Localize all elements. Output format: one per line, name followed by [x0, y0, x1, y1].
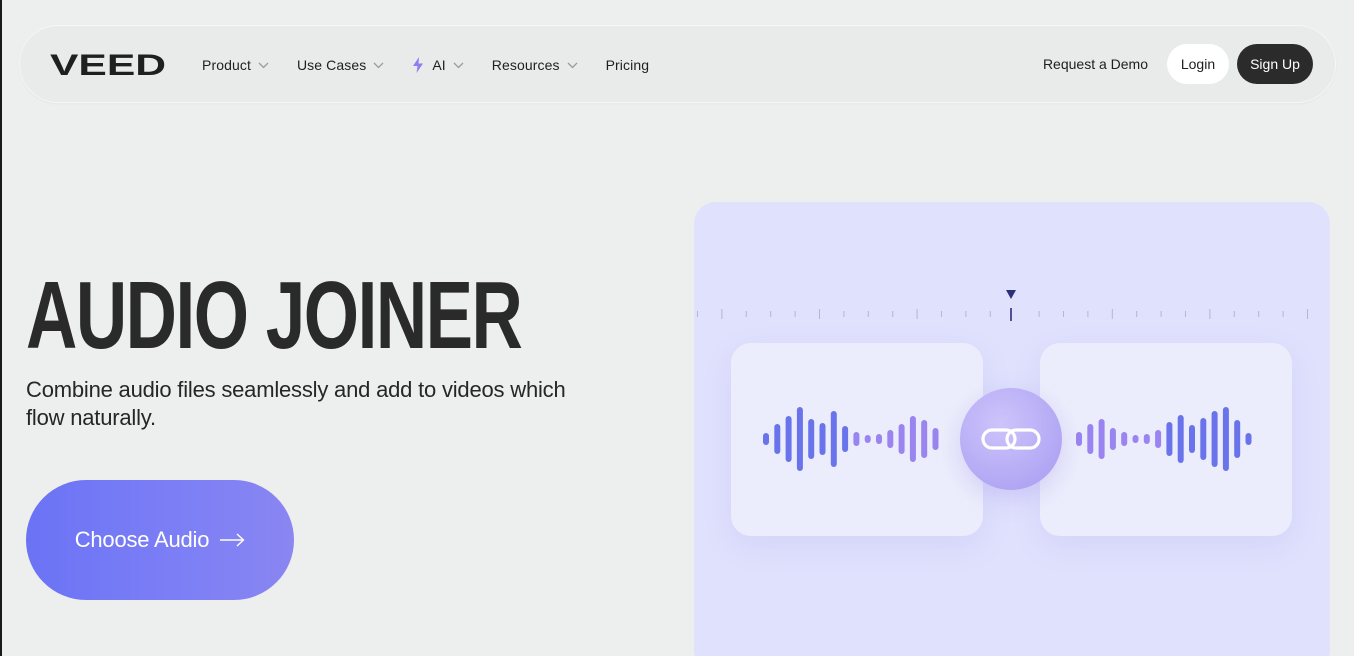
waveform-bar	[1076, 432, 1082, 446]
timeline-tick	[843, 311, 845, 317]
waveform-bar	[808, 419, 815, 459]
timeline-tick	[1307, 309, 1308, 319]
nav-item-product[interactable]: Product	[202, 57, 269, 73]
waveform-bar	[1166, 422, 1173, 456]
playhead-marker-icon	[1006, 290, 1016, 299]
audio-clip-card-left	[731, 343, 983, 536]
window-edge	[0, 0, 2, 656]
waveform-bar	[1132, 435, 1139, 443]
timeline-tick	[721, 309, 723, 319]
link-badge	[960, 388, 1062, 490]
waveform-bar	[898, 424, 905, 454]
timeline-tick	[1063, 311, 1064, 317]
timeline-tick	[1111, 309, 1113, 319]
nav-item-ai[interactable]: AI	[412, 57, 464, 73]
timeline-ticks	[697, 309, 1308, 319]
chevron-down-icon	[258, 62, 269, 68]
waveform-bar	[1177, 415, 1184, 463]
nav-actions: Request a Demo Login Sign Up	[1043, 44, 1313, 84]
timeline-tick	[916, 309, 918, 319]
waveform-bar	[1098, 419, 1105, 459]
waveform-bar	[796, 407, 803, 471]
login-button[interactable]: Login	[1167, 44, 1229, 84]
timeline-tick	[819, 309, 820, 319]
waveform-bar	[921, 420, 928, 458]
waveform-bar	[1121, 432, 1128, 446]
link-icon	[981, 428, 1041, 450]
nav-item-pricing[interactable]: Pricing	[606, 57, 650, 73]
chevron-down-icon	[567, 62, 578, 68]
audio-joiner-illustration	[694, 202, 1330, 656]
waveform-bar	[1234, 420, 1241, 458]
waveform-bar	[1109, 428, 1116, 450]
timeline-ruler	[697, 290, 1308, 321]
timeline-tick	[697, 311, 698, 317]
waveform-bar	[842, 426, 849, 452]
nav-item-label: Product	[202, 57, 251, 73]
waveform-bar	[1143, 434, 1150, 444]
timeline-tick	[1038, 311, 1040, 317]
waveform-bar	[1222, 407, 1229, 471]
waveform-left	[763, 407, 939, 471]
veed-logo[interactable]: VEED	[50, 50, 166, 78]
timeline-tick	[892, 311, 894, 317]
playhead-line	[1010, 308, 1012, 321]
waveform-bar	[774, 424, 781, 454]
nav-item-label: Pricing	[605, 57, 650, 73]
timeline-tick	[1282, 311, 1284, 317]
waveform-bar	[1189, 425, 1195, 453]
chevron-down-icon	[453, 62, 464, 68]
chevron-down-icon	[373, 62, 384, 68]
waveform-bar	[1245, 433, 1252, 445]
timeline-tick	[794, 311, 796, 317]
waveform-bar	[1200, 418, 1207, 460]
timeline-tick	[770, 311, 772, 317]
nav-item-resources[interactable]: Resources	[492, 57, 578, 73]
timeline-tick	[1160, 311, 1162, 317]
waveform-bar	[763, 433, 769, 445]
waveform-bar	[1155, 430, 1162, 448]
choose-audio-label: Choose Audio	[74, 527, 210, 552]
waveform-bar	[853, 432, 860, 446]
timeline-tick	[745, 311, 747, 317]
waveform-bar	[830, 411, 837, 467]
waveform-bar	[1087, 424, 1094, 454]
timeline-tick	[1209, 309, 1211, 319]
page-title: AUDIO JOINER	[26, 262, 523, 369]
waveform-bar	[887, 430, 894, 448]
top-navigation-bar: VEED Product Use Cases AI Resources Pric…	[19, 25, 1336, 103]
waveform-bar	[932, 428, 939, 450]
timeline-tick	[1258, 311, 1260, 317]
svg-text:VEED: VEED	[50, 50, 166, 78]
timeline-tick	[867, 311, 869, 317]
waveform-bar	[785, 416, 792, 462]
waveform-bar	[909, 416, 916, 462]
arrow-right-icon	[220, 533, 245, 547]
timeline-tick	[941, 311, 942, 317]
signup-button[interactable]: Sign Up	[1237, 44, 1313, 84]
audio-clip-card-right	[1040, 343, 1292, 536]
timeline-tick	[965, 311, 967, 317]
nav-item-label: AI	[432, 57, 446, 73]
bolt-icon	[413, 57, 424, 73]
waveform-bar	[876, 434, 882, 444]
waveform-bar	[1211, 411, 1218, 467]
nav-item-label: Resources	[491, 57, 560, 73]
timeline-tick	[1185, 311, 1186, 317]
timeline-tick	[989, 311, 991, 317]
nav-item-use-cases[interactable]: Use Cases	[297, 57, 384, 73]
primary-nav: Product Use Cases AI Resources Pricing	[202, 26, 677, 104]
request-demo-link[interactable]: Request a Demo	[1043, 56, 1148, 72]
nav-item-label: Use Cases	[296, 57, 367, 73]
waveform-bar	[864, 435, 871, 443]
timeline-tick	[1087, 311, 1089, 317]
timeline-tick	[1136, 311, 1138, 317]
waveform-bar	[819, 423, 826, 455]
choose-audio-button[interactable]: Choose Audio	[26, 480, 294, 600]
waveform-right	[1076, 407, 1252, 471]
timeline-tick	[1233, 311, 1235, 317]
hero-subtitle: Combine audio files seamlessly and add t…	[26, 377, 566, 430]
